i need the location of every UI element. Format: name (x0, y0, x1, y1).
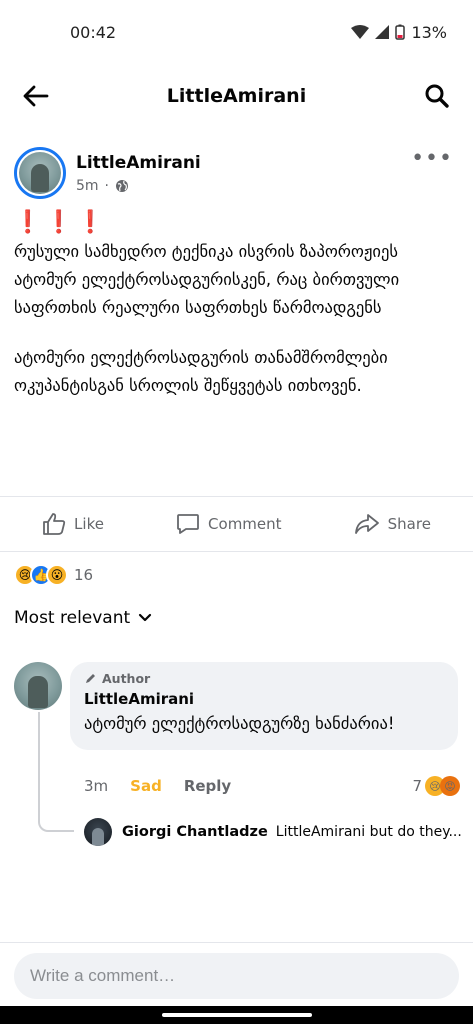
back-button[interactable] (18, 78, 54, 114)
comment-actions: 3m Sad Reply 7 😢 😡 (84, 776, 460, 796)
globe-icon (116, 179, 128, 192)
comment-button[interactable]: Comment (176, 513, 282, 535)
share-button[interactable]: Share (354, 513, 431, 535)
comment-sort-dropdown[interactable]: Most relevant (14, 608, 152, 628)
search-button[interactable] (419, 78, 455, 114)
like-label: Like (74, 515, 104, 533)
thumbs-up-icon (43, 513, 66, 535)
comment-time: 3m (84, 777, 109, 795)
comment-bubble[interactable]: Author LittleAmirani ატომურ ელექტროსადგუ… (70, 662, 458, 750)
sort-label: Most relevant (14, 608, 131, 628)
pencil-icon (86, 674, 95, 683)
wifi-icon (351, 25, 370, 39)
more-options-icon[interactable]: ••• (411, 146, 453, 171)
post-paragraph-2: ატომური ელექტროსადგურის თანამშრომლები ოკ… (14, 348, 388, 395)
search-icon (425, 84, 449, 108)
like-button[interactable]: Like (42, 513, 104, 535)
page-title: LittleAmirani (166, 85, 307, 107)
reply-preview[interactable]: Giorgi Chantladze LittleAmirani but do t… (84, 818, 464, 846)
wow-reaction-icon: 😮 (46, 564, 68, 586)
comment-composer (0, 942, 473, 1008)
post-actions: Like Comment Share (0, 496, 473, 552)
app-bar: LittleAmirani (0, 64, 473, 128)
post-body: ❗❗❗ რუსული სამხედრო ტექნიკა ისვრის ზაპორ… (14, 208, 459, 422)
comment-reaction-button[interactable]: Sad (130, 777, 162, 795)
comment-reply-button[interactable]: Reply (184, 777, 231, 795)
status-bar: 00:42 13% (0, 0, 473, 64)
share-icon (354, 514, 379, 534)
home-handle[interactable] (161, 1013, 312, 1017)
comment-avatar[interactable] (14, 662, 62, 710)
comment-text: ატომურ ელექტროსადგურზე ხანძარია! (84, 714, 395, 733)
author-badge-label: Author (102, 671, 151, 686)
post-subline: 5m · (76, 178, 459, 194)
comment-input[interactable] (14, 952, 459, 999)
comment-label: Comment (208, 515, 282, 533)
status-icons: 13% (351, 23, 447, 42)
post-author-name[interactable]: LittleAmirani (76, 153, 459, 173)
alert-emoji: ❗❗❗ (14, 210, 109, 235)
avatar[interactable] (14, 147, 66, 199)
reply-thread-line (38, 712, 74, 832)
angry-reaction-icon: 😡 (440, 776, 460, 796)
comment-reaction-count: 7 (412, 777, 422, 795)
status-time: 00:42 (70, 22, 117, 42)
reply-author-name[interactable]: Giorgi Chantladze (122, 824, 268, 840)
post-meta: LittleAmirani 5m · (76, 153, 459, 194)
comment-icon (177, 514, 199, 534)
share-label: Share (387, 515, 431, 533)
battery-icon (395, 24, 406, 40)
arrow-left-icon (23, 85, 49, 107)
reply-avatar[interactable] (84, 818, 112, 846)
comment-reaction-summary[interactable]: 7 😢 😡 (412, 776, 460, 796)
chevron-down-icon (139, 613, 152, 622)
signal-icon (375, 25, 390, 39)
system-nav-bar (0, 1006, 473, 1024)
author-badge: Author (84, 671, 444, 686)
reaction-count: 16 (74, 566, 94, 584)
battery-percent: 13% (411, 22, 447, 42)
post-time[interactable]: 5m (76, 178, 99, 194)
post-paragraph-1: რუსული სამხედრო ტექნიკა ისვრის ზაპოროჟიე… (14, 242, 400, 317)
reply-text: LittleAmirani but do they... (275, 824, 462, 840)
reaction-summary[interactable]: 😢 👍 😮 16 (14, 562, 93, 588)
post-header: LittleAmirani 5m · ••• (14, 146, 459, 200)
comment-author-name[interactable]: LittleAmirani (84, 690, 444, 708)
